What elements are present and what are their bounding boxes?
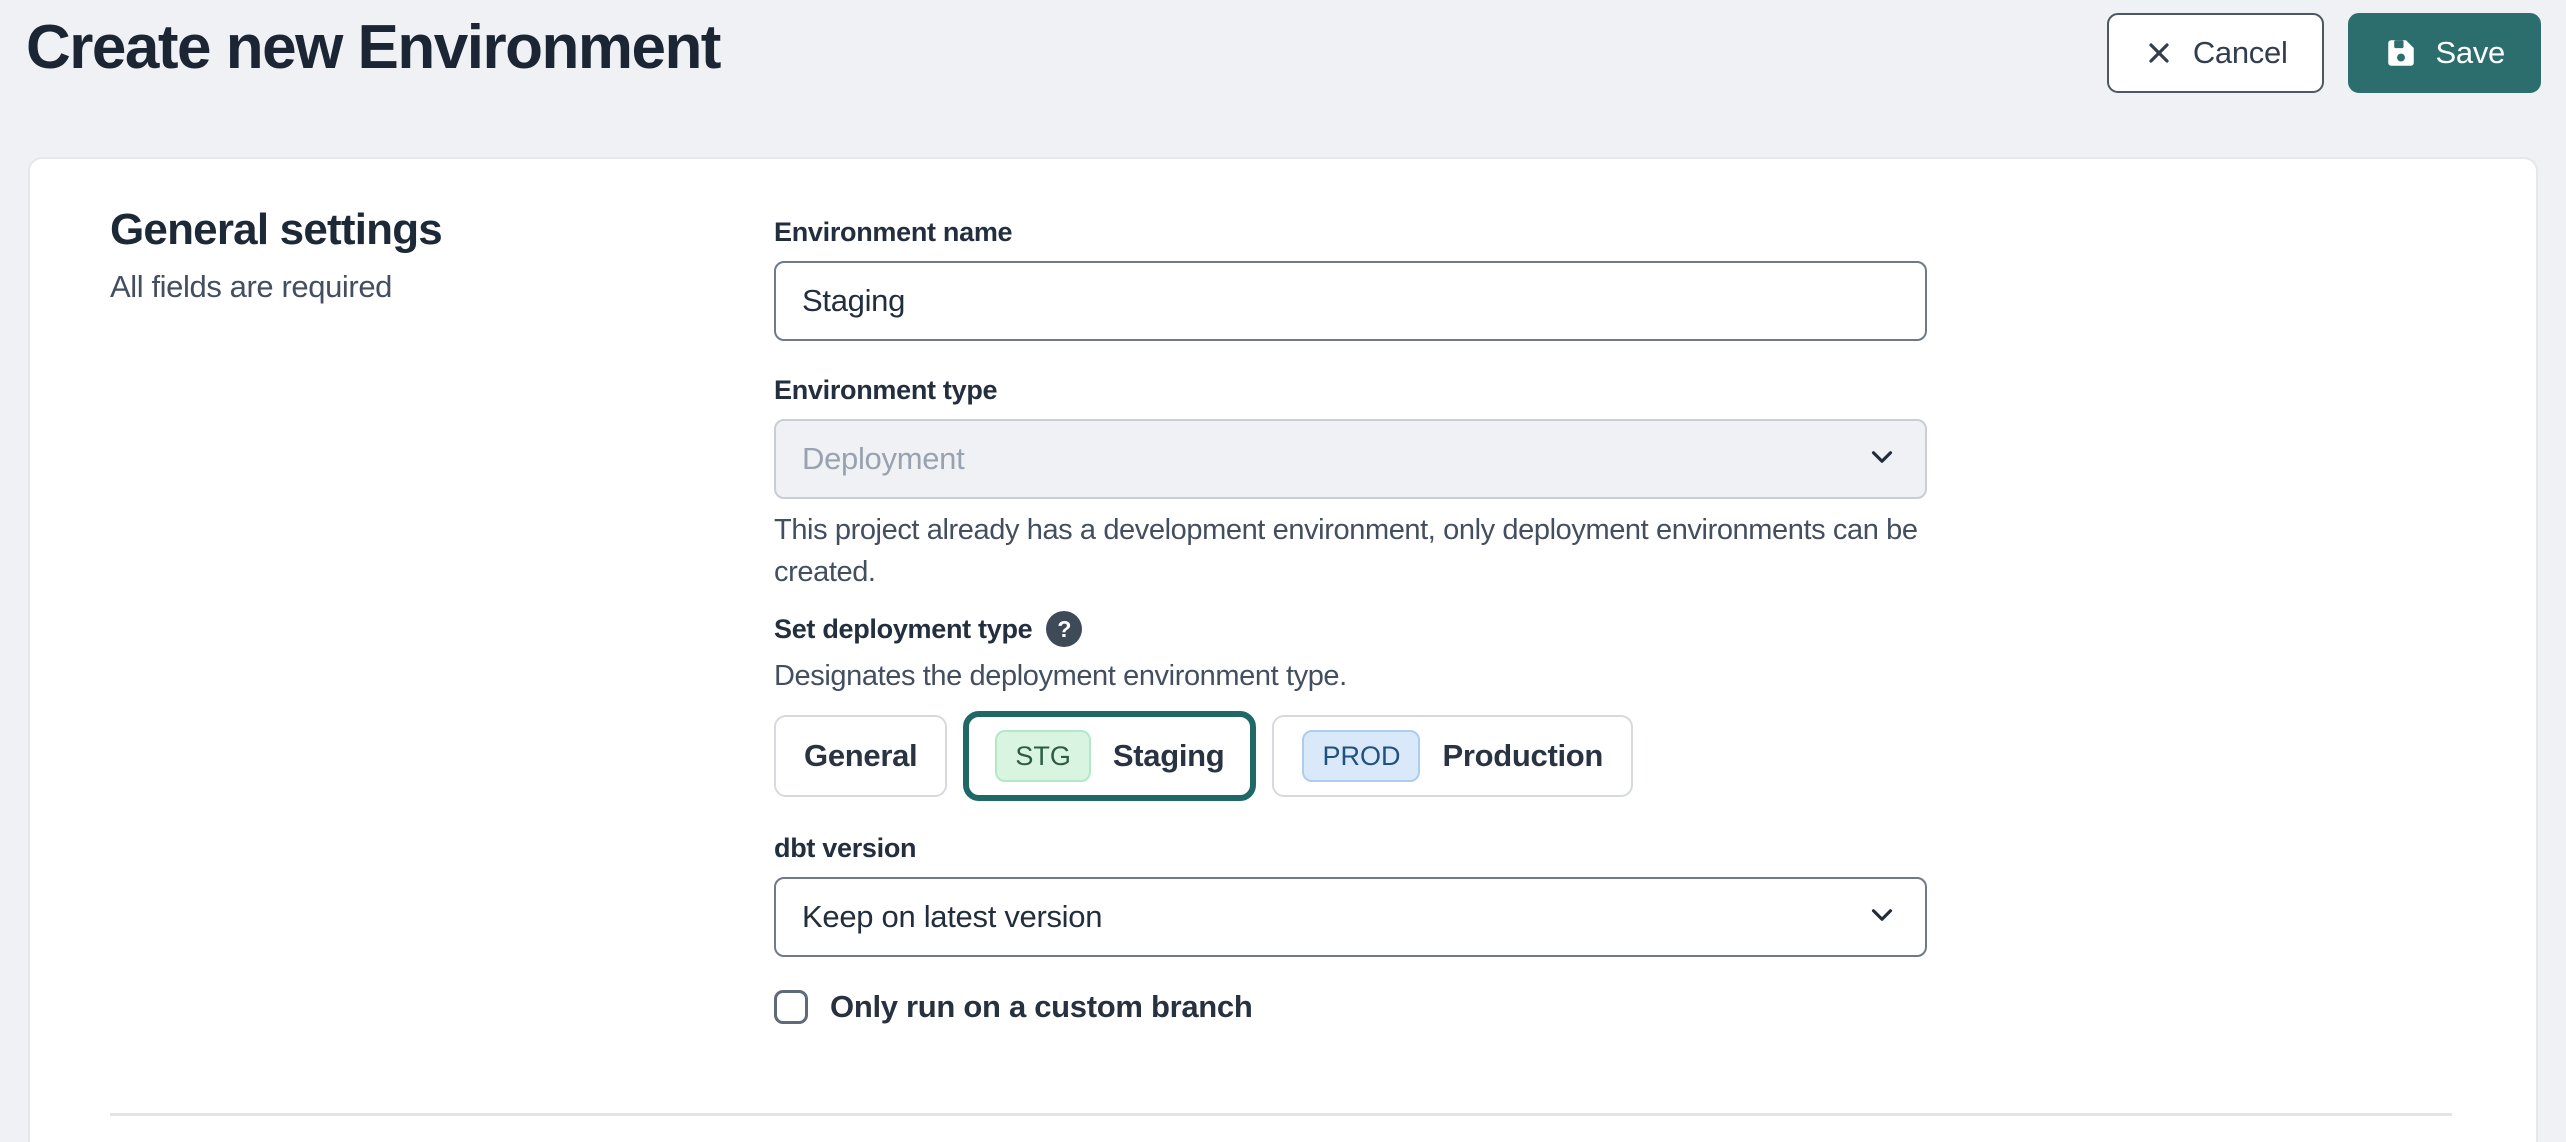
custom-branch-row: Only run on a custom branch bbox=[774, 987, 1927, 1027]
save-button[interactable]: Save bbox=[2348, 13, 2541, 93]
dbt-version-select[interactable]: Keep on latest version bbox=[774, 877, 1927, 957]
section-subtitle: All fields are required bbox=[110, 269, 774, 305]
deployment-type-description: Designates the deployment environment ty… bbox=[774, 655, 1924, 697]
environment-name-input[interactable] bbox=[774, 261, 1927, 341]
environment-type-select[interactable]: Deployment bbox=[774, 419, 1927, 499]
environment-type-label: Environment type bbox=[774, 373, 1927, 407]
question-mark-circle-icon[interactable]: ? bbox=[1046, 611, 1082, 647]
deployment-type-options: General STG Staging PROD Production bbox=[774, 711, 1927, 801]
chevron-down-icon bbox=[1865, 898, 1899, 937]
production-option-label: Production bbox=[1442, 738, 1603, 774]
custom-branch-checkbox[interactable] bbox=[774, 990, 808, 1024]
custom-branch-label: Only run on a custom branch bbox=[830, 989, 1253, 1025]
section-divider bbox=[110, 1113, 2452, 1116]
chevron-down-icon bbox=[1865, 440, 1899, 479]
deployment-type-general-button[interactable]: General bbox=[774, 715, 947, 797]
cancel-button[interactable]: Cancel bbox=[2107, 13, 2324, 93]
general-settings-card: General settings All fields are required… bbox=[28, 157, 2538, 1142]
environment-name-label: Environment name bbox=[774, 215, 1927, 249]
general-option-label: General bbox=[804, 738, 917, 774]
dbt-version-label: dbt version bbox=[774, 831, 1927, 865]
environment-form: Environment name Environment type Deploy… bbox=[774, 159, 1927, 1142]
deployment-type-label-row: Set deployment type ? bbox=[774, 611, 1927, 647]
stg-badge: STG bbox=[995, 730, 1091, 782]
deployment-type-label: Set deployment type bbox=[774, 612, 1032, 646]
staging-option-label: Staging bbox=[1113, 738, 1225, 774]
environment-type-help: This project already has a development e… bbox=[774, 509, 1924, 593]
save-icon bbox=[2384, 36, 2418, 70]
save-button-label: Save bbox=[2436, 35, 2505, 71]
deployment-type-production-button[interactable]: PROD Production bbox=[1272, 715, 1633, 797]
dbt-version-value: Keep on latest version bbox=[802, 899, 1102, 935]
deployment-type-staging-button[interactable]: STG Staging bbox=[963, 711, 1256, 801]
section-header: General settings All fields are required bbox=[30, 159, 774, 1142]
prod-badge: PROD bbox=[1302, 730, 1420, 782]
section-title: General settings bbox=[110, 205, 774, 255]
header-actions: Cancel Save bbox=[2107, 13, 2541, 93]
close-icon bbox=[2143, 37, 2175, 69]
environment-type-value: Deployment bbox=[802, 441, 964, 477]
cancel-button-label: Cancel bbox=[2193, 35, 2288, 71]
page-title: Create new Environment bbox=[26, 12, 720, 83]
